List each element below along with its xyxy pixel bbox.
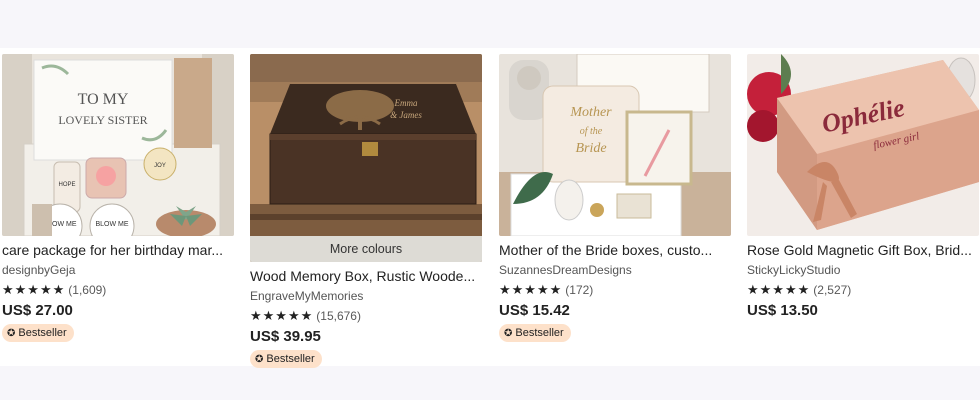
engraving-line-2: & James [390, 110, 422, 120]
shop-name: EngraveMyMemories [250, 289, 364, 303]
rating: ★★★★★ (15,676) [250, 308, 482, 324]
bestseller-badge: ✪ Bestseller [250, 350, 322, 368]
card-text-line-2: LOVELY SISTER [58, 113, 147, 127]
listing-title[interactable]: Mother of the Bride boxes, custo... [499, 241, 731, 259]
price: US$ 27.00 [2, 302, 73, 319]
pillow-text-2: of the [580, 126, 603, 137]
star-rating-icon: ★★★★★ [2, 282, 66, 297]
star-rating-icon: ★★★★★ [747, 282, 811, 297]
star-rating-icon: ★★★★★ [250, 308, 314, 323]
listing-title[interactable]: care package for her birthday mar... [2, 241, 234, 259]
rating: ★★★★★ (172) [499, 282, 731, 298]
pillow-text-3: Bride [575, 141, 606, 156]
pillow-text-1: Mother [569, 105, 612, 120]
rating: ★★★★★ (2,527) [747, 282, 979, 298]
price: US$ 39.95 [250, 328, 321, 345]
listing-card-mother-of-bride[interactable]: Mother of the Bride Mother of the Bride … [499, 54, 731, 342]
award-icon: ✪ [7, 327, 16, 339]
badge-label: Bestseller [266, 353, 315, 365]
listing-card-wood-memory-box[interactable]: Emma & James More colours Wood Memory Bo… [250, 54, 482, 368]
award-icon: ✪ [504, 327, 513, 339]
review-count: (1,609) [68, 283, 107, 297]
listing-image[interactable]: Mother of the Bride [499, 54, 731, 236]
listing-title[interactable]: Wood Memory Box, Rustic Woode... [250, 267, 482, 285]
award-icon: ✪ [255, 353, 264, 365]
badge-label: Bestseller [515, 327, 564, 339]
rating: ★★★★★ (1,609) [2, 282, 234, 298]
listing-image[interactable]: TO MY LOVELY SISTER HOPE JOY BLOW ME BLO… [2, 54, 234, 236]
care-package-photo: TO MY LOVELY SISTER HOPE JOY BLOW ME BLO… [2, 54, 234, 236]
mother-of-bride-photo: Mother of the Bride [499, 54, 731, 236]
badge-label: Bestseller [18, 327, 67, 339]
listing-card-care-package[interactable]: TO MY LOVELY SISTER HOPE JOY BLOW ME BLO… [2, 54, 234, 342]
tin-label: JOY [154, 163, 166, 169]
review-count: (2,527) [813, 283, 852, 297]
bestseller-badge: ✪ Bestseller [2, 324, 74, 342]
wood-box-photo: Emma & James [250, 54, 482, 262]
shop-name: StickyLickyStudio [747, 263, 841, 277]
listing-card-rose-gold-box[interactable]: Ophélie flower girl Rose Gold Magnetic G… [747, 54, 979, 320]
star-rating-icon: ★★★★★ [499, 282, 563, 297]
review-count: (172) [565, 283, 594, 297]
bestseller-badge: ✪ Bestseller [499, 324, 571, 342]
rose-gold-box-photo: Ophélie flower girl [747, 54, 979, 236]
listing-image[interactable]: Ophélie flower girl [747, 54, 979, 236]
price: US$ 15.42 [499, 302, 570, 319]
listing-title[interactable]: Rose Gold Magnetic Gift Box, Brid... [747, 241, 979, 259]
price: US$ 13.50 [747, 302, 818, 319]
shop-name: SuzannesDreamDesigns [499, 263, 632, 277]
card-text-line-1: TO MY [78, 91, 129, 108]
engraving-line-1: Emma [394, 98, 418, 108]
more-colours-label[interactable]: More colours [250, 236, 482, 262]
listing-image[interactable]: Emma & James More colours [250, 54, 482, 262]
jar-label-1: HOPE [58, 182, 75, 188]
candle-label-2: BLOW ME [95, 221, 128, 228]
page-background: TO MY LOVELY SISTER HOPE JOY BLOW ME BLO… [0, 0, 980, 400]
review-count: (15,676) [316, 309, 361, 323]
shop-name: designbyGeja [2, 263, 76, 277]
